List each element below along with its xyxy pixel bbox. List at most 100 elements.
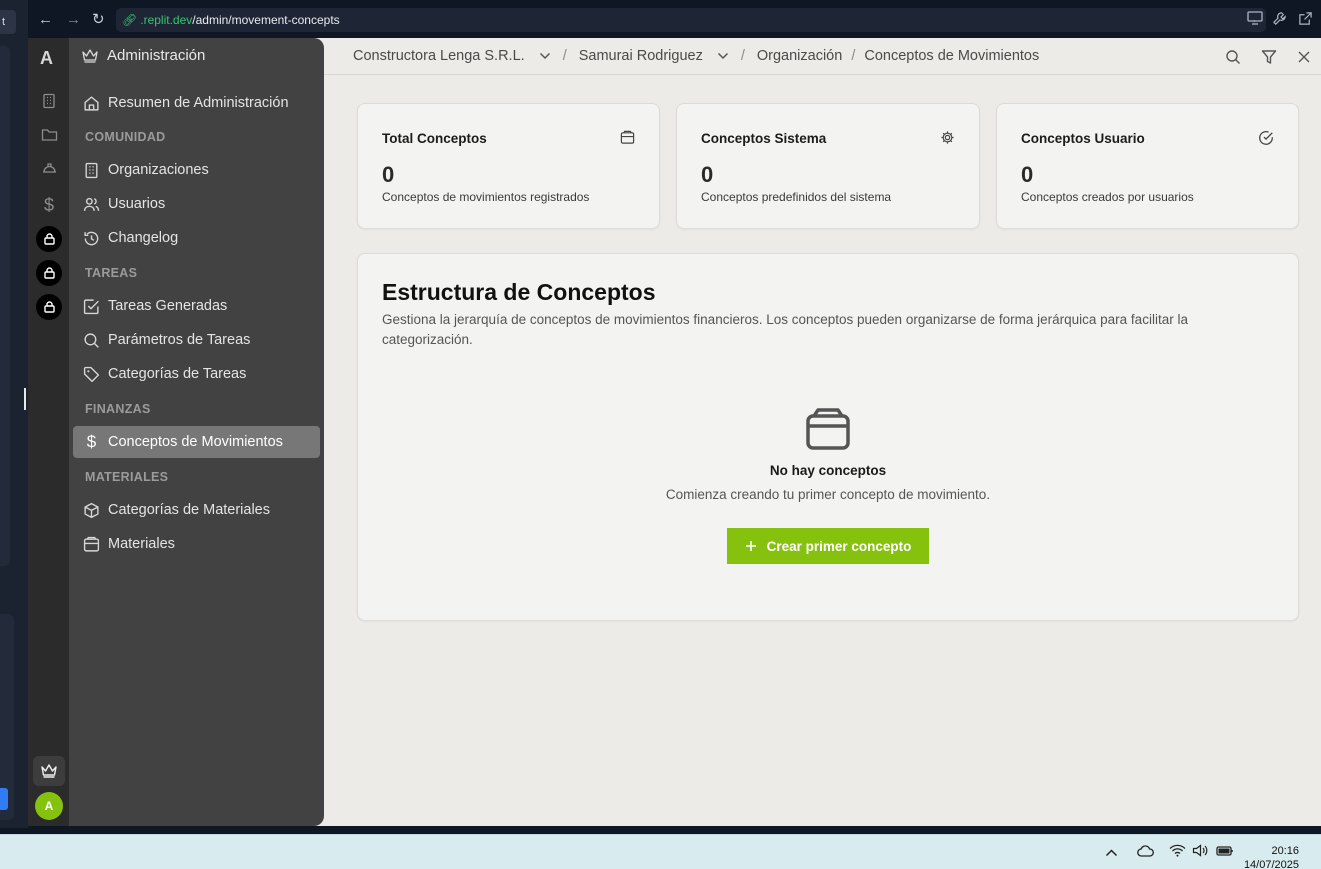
concepts-structure-card: Estructura de Conceptos Gestiona la jera… [357,253,1299,621]
main-content: Constructora Lenga S.R.L. / Samurai Rodr… [324,38,1321,826]
stat-value: 0 [382,162,395,187]
sidebar-item-label: Changelog [108,230,179,246]
chevron-up-icon[interactable] [1105,844,1118,860]
stat-description: Conceptos de movimientos registrados [382,190,590,204]
icon-rail: A $ A [28,38,69,826]
url-domain: .replit.dev [140,13,193,27]
sidebar-item-label: Categorías de Materiales [108,502,270,518]
clock-time: 20:16 [1271,845,1299,857]
package-icon [806,408,850,450]
sidebar-item-materiales[interactable]: Materiales [73,528,320,560]
stat-card-sistema: Conceptos Sistema 0 Conceptos predefinid… [676,103,980,229]
background-tab[interactable]: t [0,10,16,34]
admin-sidebar: Administración Resumen de Administración… [69,38,324,826]
address-bar[interactable]: 🔗︎ .replit.dev/admin/movement-concepts → [116,8,1266,32]
sidebar-item-label: Conceptos de Movimientos [108,434,283,450]
devices-icon[interactable] [1247,11,1263,28]
section-label-finanzas: FINANZAS [85,402,151,416]
sidebar-item-label: Tareas Generadas [108,298,228,314]
chevron-down-icon [717,52,728,60]
sidebar-item-changelog[interactable]: Changelog [73,222,320,254]
sidebar-item-parametros-tareas[interactable]: Parámetros de Tareas [73,324,320,356]
sidebar-item-conceptos-movimientos[interactable]: $ Conceptos de Movimientos [73,426,320,458]
battery-icon[interactable] [1216,844,1234,860]
breadcrumb-separator: / [740,48,745,64]
stat-description: Conceptos creados por usuarios [1021,190,1194,204]
building-icon[interactable] [39,93,59,113]
home-icon [84,95,99,111]
stat-description: Conceptos predefinidos del sistema [701,190,892,204]
history-icon [84,231,99,245]
background-blue-button[interactable] [0,788,8,810]
system-clock[interactable]: 20:16 14/07/2025 [1244,844,1299,869]
clock-date: 14/07/2025 [1243,859,1299,869]
section-label-tareas: TAREAS [85,266,138,280]
package-icon [620,130,635,144]
lock-icon[interactable] [36,226,62,252]
section-label-comunidad: COMUNIDAD [85,130,166,144]
users-icon [83,197,100,211]
crown-icon [82,48,98,63]
back-arrow-icon[interactable]: ← [38,12,53,28]
stat-title: Conceptos Sistema [701,131,827,146]
section-title: Estructura de Conceptos [382,279,656,305]
dollar-icon: $ [86,432,97,451]
filter-icon[interactable] [1261,49,1277,65]
sidebar-item-label: Usuarios [108,196,166,212]
lock-icon[interactable] [36,260,62,286]
gear-icon [941,131,954,144]
tag-icon [83,366,100,382]
check-circle-icon [1259,131,1273,145]
stat-title: Conceptos Usuario [1021,131,1145,146]
sidebar-item-organizaciones[interactable]: Organizaciones [73,154,320,186]
building-icon [85,162,98,178]
search-icon [84,332,99,348]
app-window: A $ A Administración Resumen de Administ… [28,38,1321,826]
background-panel [0,46,10,566]
sidebar-item-categorias-materiales[interactable]: Categorías de Materiales [73,494,320,526]
sidebar-item-resumen[interactable]: Resumen de Administración [73,87,320,119]
external-link-icon[interactable] [1298,11,1313,29]
company-selector[interactable]: Constructora Lenga S.R.L. [353,48,551,64]
wifi-icon[interactable] [1169,844,1186,860]
sidebar-item-label: Parámetros de Tareas [108,332,251,348]
stat-value: 0 [701,162,714,187]
app-logo[interactable]: A [40,48,53,69]
hardhat-icon[interactable] [39,161,59,181]
stat-title: Total Conceptos [382,131,487,146]
chevron-down-icon [539,52,550,60]
cloud-icon[interactable] [1137,844,1154,860]
section-description: Gestiona la jerarquía de conceptos de mo… [382,312,1188,347]
folder-icon[interactable] [39,127,59,147]
admin-crown-button[interactable] [33,756,65,786]
lock-icon[interactable] [36,294,62,320]
text-cursor [24,388,26,410]
wrench-icon[interactable] [1272,11,1287,29]
plus-icon [745,541,756,551]
close-icon[interactable] [1297,50,1311,64]
section-label-materiales: MATERIALES [85,470,169,484]
sidebar-header[interactable]: Administración [81,47,205,64]
create-first-concept-button[interactable]: Crear primer concepto [727,528,929,564]
reload-icon[interactable]: ↻ [92,12,105,28]
os-taskbar: 20:16 14/07/2025 [0,834,1321,869]
check-square-icon [83,298,99,314]
dollar-icon[interactable]: $ [39,195,59,215]
sidebar-item-label: Categorías de Tareas [108,366,247,382]
sidebar-item-usuarios[interactable]: Usuarios [73,188,320,220]
forward-arrow-icon[interactable]: → [66,12,81,28]
sidebar-item-label: Resumen de Administración [108,95,289,111]
avatar[interactable]: A [35,792,63,820]
volume-icon[interactable] [1192,844,1209,860]
search-icon[interactable] [1225,49,1241,65]
user-selector[interactable]: Samurai Rodriguez [579,48,729,64]
package-icon [83,536,100,552]
breadcrumb-section[interactable]: Organización [757,48,842,64]
stat-value: 0 [1021,162,1034,187]
sidebar-item-tareas-generadas[interactable]: Tareas Generadas [73,290,320,322]
stat-card-usuario: Conceptos Usuario 0 Conceptos creados po… [996,103,1299,229]
button-label: Crear primer concepto [766,538,912,554]
cube-icon [84,502,99,518]
sidebar-item-categorias-tareas[interactable]: Categorías de Tareas [73,358,320,390]
empty-state-description: Comienza creando tu primer concepto de m… [665,487,991,502]
